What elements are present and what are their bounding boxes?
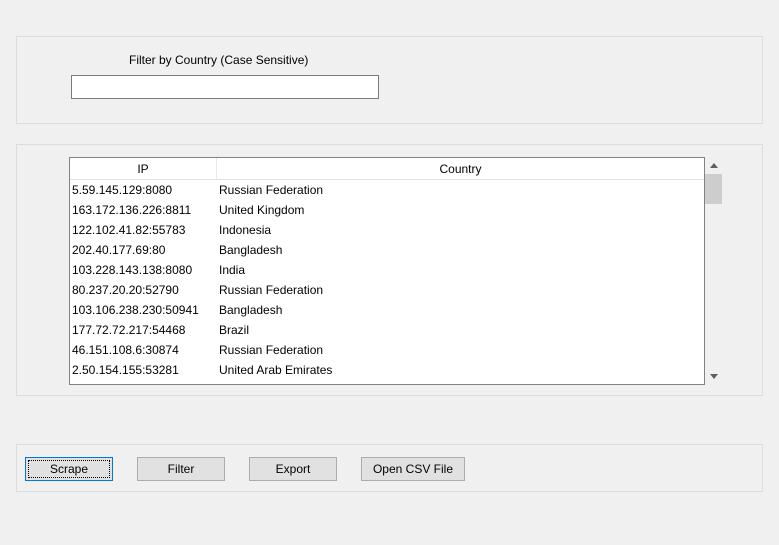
filter-label: Filter by Country (Case Sensitive) bbox=[129, 53, 762, 67]
table-row[interactable]: 122.102.41.82:55783Indonesia bbox=[70, 220, 704, 240]
cell-country: Brazil bbox=[217, 320, 704, 340]
export-button[interactable]: Export bbox=[249, 457, 337, 481]
scroll-up-icon[interactable] bbox=[705, 157, 722, 174]
column-header-ip[interactable]: IP bbox=[70, 158, 217, 179]
cell-ip: 177.72.72.217:54468 bbox=[70, 320, 217, 340]
table-row[interactable]: 202.40.177.69:80Bangladesh bbox=[70, 240, 704, 260]
column-header-country[interactable]: Country bbox=[217, 158, 704, 179]
cell-country: United Arab Emirates bbox=[217, 360, 704, 380]
cell-country: India bbox=[217, 260, 704, 280]
table-row[interactable]: 177.72.72.217:54468Brazil bbox=[70, 320, 704, 340]
vertical-scrollbar[interactable] bbox=[705, 157, 722, 385]
cell-ip: 2.50.154.155:53281 bbox=[70, 360, 217, 380]
cell-country: Russian Federation bbox=[217, 280, 704, 300]
table-row[interactable]: 2.50.154.155:53281United Arab Emirates bbox=[70, 360, 704, 380]
cell-country: Indonesia bbox=[217, 220, 704, 240]
buttons-groupbox: Scrape Filter Export Open CSV File bbox=[16, 444, 763, 492]
scroll-down-icon[interactable] bbox=[705, 368, 722, 385]
cell-country: Russian Federation bbox=[217, 340, 704, 360]
cell-ip: 202.40.177.69:80 bbox=[70, 240, 217, 260]
scroll-track[interactable] bbox=[705, 174, 722, 368]
cell-country: United Kingdom bbox=[217, 200, 704, 220]
cell-ip: 163.172.136.226:8811 bbox=[70, 200, 217, 220]
table-row[interactable]: 80.237.20.20:52790Russian Federation bbox=[70, 280, 704, 300]
scroll-thumb[interactable] bbox=[705, 174, 722, 204]
cell-country: Bangladesh bbox=[217, 240, 704, 260]
filter-input[interactable] bbox=[71, 75, 379, 99]
filter-groupbox: Filter by Country (Case Sensitive) bbox=[16, 36, 763, 124]
table-groupbox: IP Country 5.59.145.129:8080Russian Fede… bbox=[16, 144, 763, 396]
table-row[interactable]: 5.59.145.129:8080Russian Federation bbox=[70, 180, 704, 200]
cell-ip: 80.237.20.20:52790 bbox=[70, 280, 217, 300]
cell-ip: 122.102.41.82:55783 bbox=[70, 220, 217, 240]
cell-ip: 103.228.143.138:8080 bbox=[70, 260, 217, 280]
cell-ip: 103.106.238.230:50941 bbox=[70, 300, 217, 320]
table-row[interactable]: 46.151.108.6:30874Russian Federation bbox=[70, 340, 704, 360]
cell-country: Bangladesh bbox=[217, 300, 704, 320]
table-row[interactable]: 163.172.136.226:8811United Kingdom bbox=[70, 200, 704, 220]
filter-button[interactable]: Filter bbox=[137, 457, 225, 481]
cell-ip: 5.59.145.129:8080 bbox=[70, 180, 217, 200]
cell-ip: 46.151.108.6:30874 bbox=[70, 340, 217, 360]
scrape-button[interactable]: Scrape bbox=[25, 457, 113, 481]
results-table[interactable]: IP Country 5.59.145.129:8080Russian Fede… bbox=[69, 157, 705, 385]
table-row[interactable]: 103.228.143.138:8080India bbox=[70, 260, 704, 280]
table-row[interactable]: 103.106.238.230:50941Bangladesh bbox=[70, 300, 704, 320]
open-csv-button[interactable]: Open CSV File bbox=[361, 457, 465, 481]
cell-country: Russian Federation bbox=[217, 180, 704, 200]
table-header[interactable]: IP Country bbox=[70, 158, 704, 180]
